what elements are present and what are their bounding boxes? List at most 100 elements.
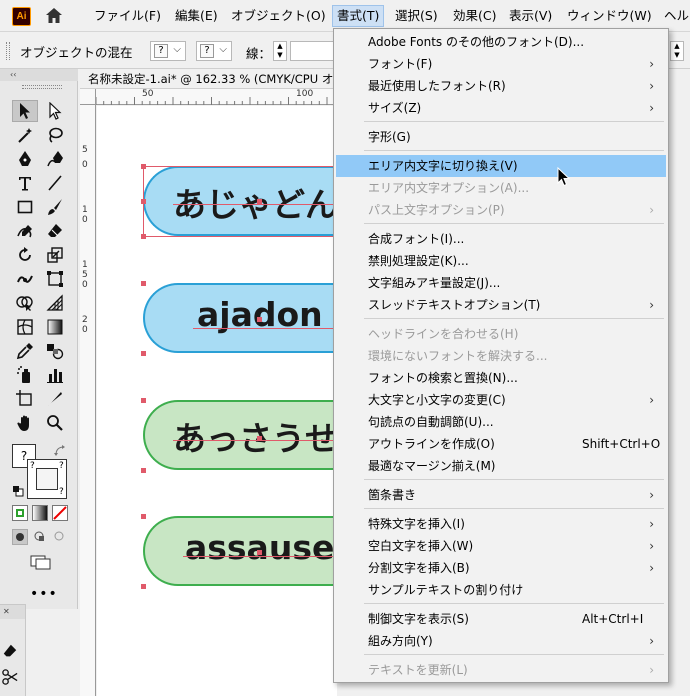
value-spinner[interactable]: ▲ ▼ [670,41,684,61]
panel-grip[interactable] [6,42,10,60]
perspective-grid-tool[interactable] [42,292,68,314]
panel-grip[interactable] [22,85,62,89]
blend-tool[interactable] [42,340,68,362]
menu-item[interactable]: スレッドテキストオプション(T) › [336,294,666,316]
artboard-tool[interactable] [12,388,38,410]
eyedropper-tool[interactable] [12,340,38,362]
artboard-canvas[interactable]: あじゃどん ajadon あっさうせ assause [97,106,343,696]
selection-handle[interactable] [141,514,146,519]
menu-item[interactable]: エリア内文字に切り換え(V) [336,155,666,177]
menu-item[interactable]: アウトラインを作成(O) Shift+Ctrl+O [336,433,666,455]
selection-handle[interactable] [141,164,146,169]
selection-handle[interactable] [141,398,146,403]
scale-tool[interactable] [42,244,68,266]
menu-item[interactable]: フォント(F) › [336,53,666,75]
menu-help[interactable]: ヘル [660,5,690,27]
stroke-color-box[interactable]: ? ? ? [27,459,67,499]
draw-behind-button[interactable] [32,529,48,545]
more-tools-button[interactable]: ••• [30,586,58,602]
menu-item[interactable]: 最近使用したフォント(R) › [336,75,666,97]
menu-item[interactable]: 文字組みアキ量設定(J)... [336,272,666,294]
lasso-tool[interactable] [42,124,68,146]
menu-effect[interactable]: 効果(C) [449,5,500,27]
menu-item[interactable]: 特殊文字を挿入(I) › [336,513,666,535]
gradient-mode-button[interactable] [32,505,48,521]
color-mode-button[interactable] [12,505,28,521]
pill-text[interactable]: assause [185,528,334,567]
symbol-sprayer-tool[interactable] [12,364,38,386]
type-tool[interactable] [12,172,38,194]
text-pill[interactable]: ajadon [143,283,343,353]
selection-tool[interactable] [12,100,38,122]
free-transform-tool[interactable] [42,268,68,290]
selection-handle[interactable] [257,550,262,555]
line-tool[interactable] [42,172,68,194]
default-colors-icon[interactable] [12,485,24,497]
menu-item[interactable]: 箇条書き › [336,484,666,506]
rectangle-tool[interactable] [12,196,38,218]
selection-handle[interactable] [141,234,146,239]
pill-text[interactable]: あっさうせ [173,412,338,460]
ruler-origin[interactable] [80,89,96,105]
menu-item[interactable]: フォントの検索と置換(N)... [336,367,666,389]
vertical-ruler[interactable]: 5 0 1 0 1 5 0 2 0 [80,105,96,696]
selection-handle[interactable] [141,199,146,204]
text-pill[interactable]: あっさうせ [143,400,343,470]
gradient-tool[interactable] [42,316,68,338]
shaper-tool[interactable] [12,220,38,242]
menu-edit[interactable]: 編集(E) [171,5,222,27]
menu-item[interactable]: サイズ(Z) › [336,97,666,119]
selection-handle[interactable] [141,468,146,473]
eraser-icon[interactable] [2,643,18,659]
menu-item[interactable]: 大文字と小文字の変更(C) › [336,389,666,411]
paintbrush-tool[interactable] [42,196,68,218]
stroke-swatch-dropdown[interactable]: ? ⌵ [196,41,232,61]
menu-object[interactable]: オブジェクト(O) [227,5,330,27]
menu-item[interactable]: 合成フォント(I)... [336,228,666,250]
stroke-weight-input[interactable] [290,41,334,61]
rotate-tool[interactable] [12,244,38,266]
draw-inside-button[interactable] [52,529,68,545]
none-mode-button[interactable] [52,505,68,521]
menu-file[interactable]: ファイル(F) [90,5,165,27]
menu-item[interactable]: 句読点の自動調節(U)... [336,411,666,433]
direct-selection-tool[interactable] [42,100,68,122]
curvature-tool[interactable] [42,148,68,170]
menu-item[interactable]: 組み方向(Y) › [336,630,666,652]
selection-handle[interactable] [257,317,262,322]
mesh-tool[interactable] [12,316,38,338]
menu-item[interactable]: Adobe Fonts のその他のフォント(D)... [336,31,666,53]
text-pill[interactable]: assause [143,516,343,586]
horizontal-ruler[interactable]: 50 100 [96,89,336,105]
magic-wand-tool[interactable] [12,124,38,146]
fill-swatch-dropdown[interactable]: ? ⌵ [150,41,186,61]
menu-select[interactable]: 選択(S) [391,5,442,27]
menu-view[interactable]: 表示(V) [505,5,556,27]
eraser-tool[interactable] [42,220,68,242]
warp-tool[interactable] [12,268,38,290]
menu-item[interactable]: 禁則処理設定(K)... [336,250,666,272]
menu-type[interactable]: 書式(T) [332,5,385,27]
draw-normal-button[interactable] [12,529,28,545]
swap-arrows-icon[interactable] [54,445,66,457]
scissors-icon[interactable] [2,669,18,685]
menu-item[interactable]: 字形(G) [336,126,666,148]
selection-handle[interactable] [141,281,146,286]
menu-item[interactable]: 分割文字を挿入(B) › [336,557,666,579]
shape-builder-tool[interactable] [12,292,38,314]
slice-tool[interactable] [42,388,68,410]
selection-handle[interactable] [141,351,146,356]
menu-item[interactable]: 最適なマージン揃え(M) [336,455,666,477]
menu-item[interactable]: 制御文字を表示(S) Alt+Ctrl+I [336,608,666,630]
menu-item[interactable]: 空白文字を挿入(W) › [336,535,666,557]
zoom-tool[interactable] [42,412,68,434]
pen-tool[interactable] [12,148,38,170]
hand-tool[interactable] [12,412,38,434]
menu-window[interactable]: ウィンドウ(W) [563,5,656,27]
close-icon[interactable]: ✕ [0,605,25,619]
selection-handle[interactable] [141,584,146,589]
stroke-spinner[interactable]: ▲ ▼ [273,41,287,61]
home-icon[interactable] [44,6,64,26]
panel-collapse-button[interactable]: ‹‹ [0,69,78,81]
document-tab[interactable]: 名称未設定-1.ai* @ 162.33 % (CMYK/CPU オー [80,69,345,89]
